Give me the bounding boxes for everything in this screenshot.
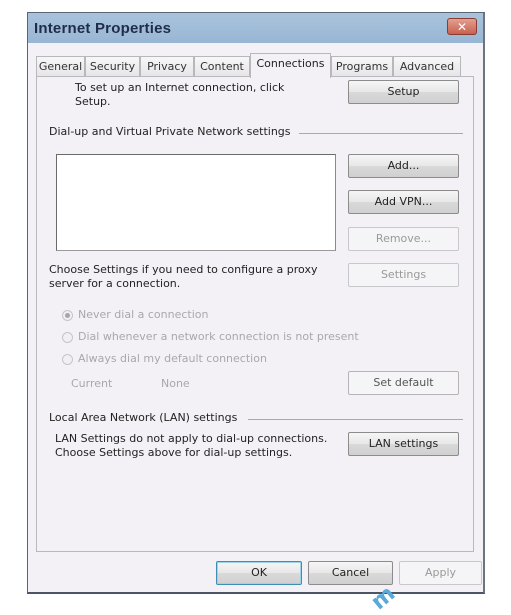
internet-properties-dialog: Internet Properties ✕ General Security P… xyxy=(27,12,485,594)
settings-button[interactable]: Settings xyxy=(348,263,459,287)
tab-general[interactable]: General xyxy=(36,56,85,77)
close-icon: ✕ xyxy=(456,20,468,34)
dialup-group-label: Dial-up and Virtual Private Network sett… xyxy=(49,125,291,138)
title-bar[interactable]: Internet Properties ✕ xyxy=(28,13,483,43)
radio-dial-whenever[interactable] xyxy=(62,332,73,343)
radio-always-dial-label: Always dial my default connection xyxy=(78,352,267,365)
add-vpn-button[interactable]: Add VPN... xyxy=(348,190,459,214)
lan-group-divider xyxy=(248,419,463,420)
apply-button[interactable]: Apply xyxy=(399,561,482,585)
ok-button[interactable]: OK xyxy=(216,561,302,585)
setup-description: To set up an Internet connection, click … xyxy=(75,81,285,108)
lan-settings-button[interactable]: LAN settings xyxy=(348,432,459,456)
tab-privacy[interactable]: Privacy xyxy=(140,56,194,77)
radio-dial-whenever-label: Dial whenever a network connection is no… xyxy=(78,330,359,343)
dialup-connections-list[interactable] xyxy=(56,154,336,251)
remove-button[interactable]: Remove... xyxy=(348,227,459,251)
add-button[interactable]: Add... xyxy=(348,154,459,178)
current-value: None xyxy=(161,377,190,390)
close-button[interactable]: ✕ xyxy=(447,18,477,35)
tab-programs[interactable]: Programs xyxy=(331,56,393,77)
radio-never-dial[interactable] xyxy=(62,310,73,321)
radio-always-dial[interactable] xyxy=(62,354,73,365)
proxy-description: Choose Settings if you need to configure… xyxy=(49,263,318,290)
radio-never-dial-label: Never dial a connection xyxy=(78,308,209,321)
dialup-group-divider xyxy=(299,133,463,134)
lan-description: LAN Settings do not apply to dial-up con… xyxy=(55,432,328,459)
tab-content[interactable]: Content xyxy=(194,56,250,77)
lan-group-label: Local Area Network (LAN) settings xyxy=(49,411,238,424)
tab-security[interactable]: Security xyxy=(85,56,140,77)
set-default-button[interactable]: Set default xyxy=(348,371,459,395)
cancel-button[interactable]: Cancel xyxy=(308,561,393,585)
connections-panel: To set up an Internet connection, click … xyxy=(36,76,474,552)
window-title: Internet Properties xyxy=(34,20,172,37)
current-label: Current xyxy=(71,377,113,390)
tab-advanced[interactable]: Advanced xyxy=(393,56,461,77)
tab-connections[interactable]: Connections xyxy=(250,53,331,78)
setup-button[interactable]: Setup xyxy=(348,80,459,104)
